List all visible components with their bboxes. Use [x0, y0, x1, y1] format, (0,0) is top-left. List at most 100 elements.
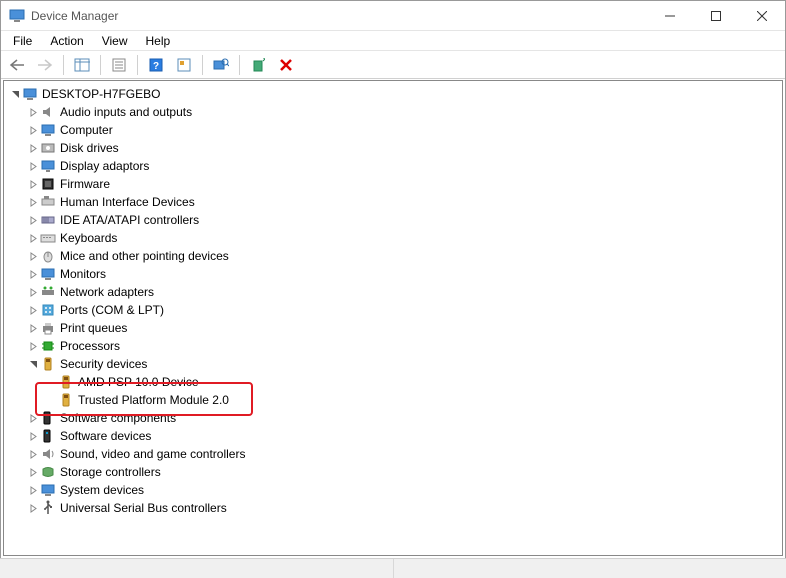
expand-icon[interactable] [26, 144, 40, 153]
tree-node-label: Sound, video and game controllers [60, 447, 245, 461]
menu-help[interactable]: Help [138, 32, 179, 50]
expand-icon[interactable] [26, 342, 40, 351]
expand-icon[interactable] [26, 468, 40, 477]
menubar: File Action View Help [1, 31, 785, 51]
expand-icon[interactable] [26, 306, 40, 315]
expand-icon[interactable] [26, 288, 40, 297]
tree-category-node[interactable]: Universal Serial Bus controllers [4, 499, 782, 517]
maximize-button[interactable] [693, 1, 739, 31]
tree-category-node[interactable]: IDE ATA/ATAPI controllers [4, 211, 782, 229]
expand-icon[interactable] [26, 162, 40, 171]
expand-icon[interactable] [26, 414, 40, 423]
tree-device-node[interactable]: Trusted Platform Module 2.0 [4, 391, 782, 409]
processor-icon [40, 338, 56, 354]
tree-category-node[interactable]: Network adapters [4, 283, 782, 301]
help-button[interactable]: ? [144, 54, 168, 76]
monitor-icon [40, 266, 56, 282]
usb-icon [40, 500, 56, 516]
tree-category-node[interactable]: Ports (COM & LPT) [4, 301, 782, 319]
expand-icon[interactable] [26, 324, 40, 333]
expand-icon[interactable] [26, 198, 40, 207]
back-button[interactable] [5, 54, 29, 76]
ports-icon [40, 302, 56, 318]
computer-icon [40, 122, 56, 138]
tree-category-node[interactable]: Sound, video and game controllers [4, 445, 782, 463]
tree-category-node[interactable]: Display adaptors [4, 157, 782, 175]
tree-category-node[interactable]: Storage controllers [4, 463, 782, 481]
tree-category-node[interactable]: Firmware [4, 175, 782, 193]
device-tree-pane[interactable]: DESKTOP-H7FGEBO Audio inputs and outputs C… [3, 80, 783, 556]
disk-icon [40, 140, 56, 156]
ide-icon [40, 212, 56, 228]
tree-node-label: Computer [60, 123, 113, 137]
hid-icon [40, 194, 56, 210]
close-button[interactable] [739, 1, 785, 31]
tree-category-node[interactable]: Audio inputs and outputs [4, 103, 782, 121]
firmware-icon [40, 176, 56, 192]
tree-category-node[interactable]: Keyboards [4, 229, 782, 247]
expand-icon[interactable] [26, 432, 40, 441]
window-title: Device Manager [31, 9, 647, 23]
toolbar-separator [100, 55, 101, 75]
expand-icon[interactable] [26, 252, 40, 261]
tree-category-node[interactable]: Print queues [4, 319, 782, 337]
tree-node-label: Human Interface Devices [60, 195, 195, 209]
security-icon [58, 374, 74, 390]
expand-icon[interactable] [26, 126, 40, 135]
scan-hardware-button[interactable] [209, 54, 233, 76]
tree-node-label: IDE ATA/ATAPI controllers [60, 213, 199, 227]
expand-icon[interactable] [26, 450, 40, 459]
menu-action[interactable]: Action [42, 32, 91, 50]
collapse-icon[interactable] [26, 360, 40, 369]
menu-view[interactable]: View [94, 32, 136, 50]
tree-node-label: Processors [60, 339, 120, 353]
expand-icon[interactable] [26, 270, 40, 279]
forward-button[interactable] [33, 54, 57, 76]
tree-node-label: Firmware [60, 177, 110, 191]
expand-icon[interactable] [26, 216, 40, 225]
network-icon [40, 284, 56, 300]
keyboard-icon [40, 230, 56, 246]
display-icon [40, 158, 56, 174]
titlebar: Device Manager [1, 1, 785, 31]
tree-category-node[interactable]: Human Interface Devices [4, 193, 782, 211]
properties-button[interactable] [107, 54, 131, 76]
remove-device-button[interactable] [274, 54, 298, 76]
toolbar: ? [1, 51, 785, 79]
collapse-icon[interactable] [8, 90, 22, 99]
show-hide-tree-button[interactable] [70, 54, 94, 76]
tree-category-node[interactable]: Computer [4, 121, 782, 139]
tree-category-node[interactable]: Processors [4, 337, 782, 355]
tree-node-label: Network adapters [60, 285, 154, 299]
tree-node-label: Software devices [60, 429, 151, 443]
audio-icon [40, 104, 56, 120]
expand-icon[interactable] [26, 180, 40, 189]
expand-icon[interactable] [26, 108, 40, 117]
tree-node-label: Audio inputs and outputs [60, 105, 192, 119]
security-icon [58, 392, 74, 408]
tree-node-label: DESKTOP-H7FGEBO [42, 87, 160, 101]
tree-category-node[interactable]: Monitors [4, 265, 782, 283]
add-legacy-button[interactable] [246, 54, 270, 76]
expand-icon[interactable] [26, 504, 40, 513]
action-button[interactable] [172, 54, 196, 76]
tree-category-node[interactable]: Mice and other pointing devices [4, 247, 782, 265]
menu-file[interactable]: File [5, 32, 40, 50]
tree-node-label: Monitors [60, 267, 106, 281]
tree-node-label: Display adaptors [60, 159, 149, 173]
storage-icon [40, 464, 56, 480]
tree-node-label: Universal Serial Bus controllers [60, 501, 227, 515]
expand-icon[interactable] [26, 234, 40, 243]
tree-category-node[interactable]: Software devices [4, 427, 782, 445]
app-icon [9, 8, 25, 24]
tree-root-node[interactable]: DESKTOP-H7FGEBO [4, 85, 782, 103]
tree-category-node[interactable]: Security devices [4, 355, 782, 373]
tree-category-node[interactable]: Disk drives [4, 139, 782, 157]
expand-icon[interactable] [26, 486, 40, 495]
minimize-button[interactable] [647, 1, 693, 31]
tree-category-node[interactable]: System devices [4, 481, 782, 499]
tree-node-label: Ports (COM & LPT) [60, 303, 164, 317]
tree-category-node[interactable]: Software components [4, 409, 782, 427]
printer-icon [40, 320, 56, 336]
tree-device-node[interactable]: AMD PSP 10.0 Device [4, 373, 782, 391]
